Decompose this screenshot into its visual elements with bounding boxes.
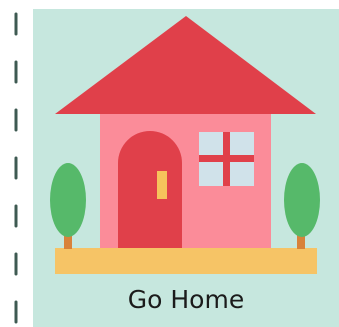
dashed-rail	[0, 0, 33, 327]
right-tree-foliage	[284, 163, 320, 237]
ground	[55, 248, 317, 274]
window-cross-vertical	[223, 132, 230, 186]
house-door	[118, 131, 182, 248]
card-label: Go Home	[127, 285, 245, 314]
left-tree-foliage	[50, 163, 86, 237]
dashed-rail-line	[14, 12, 18, 327]
house-roof	[55, 16, 316, 114]
house-icon	[50, 16, 320, 274]
page: Go Home	[0, 0, 339, 327]
go-home-card[interactable]: Go Home	[33, 9, 339, 327]
door-handle	[157, 171, 167, 199]
